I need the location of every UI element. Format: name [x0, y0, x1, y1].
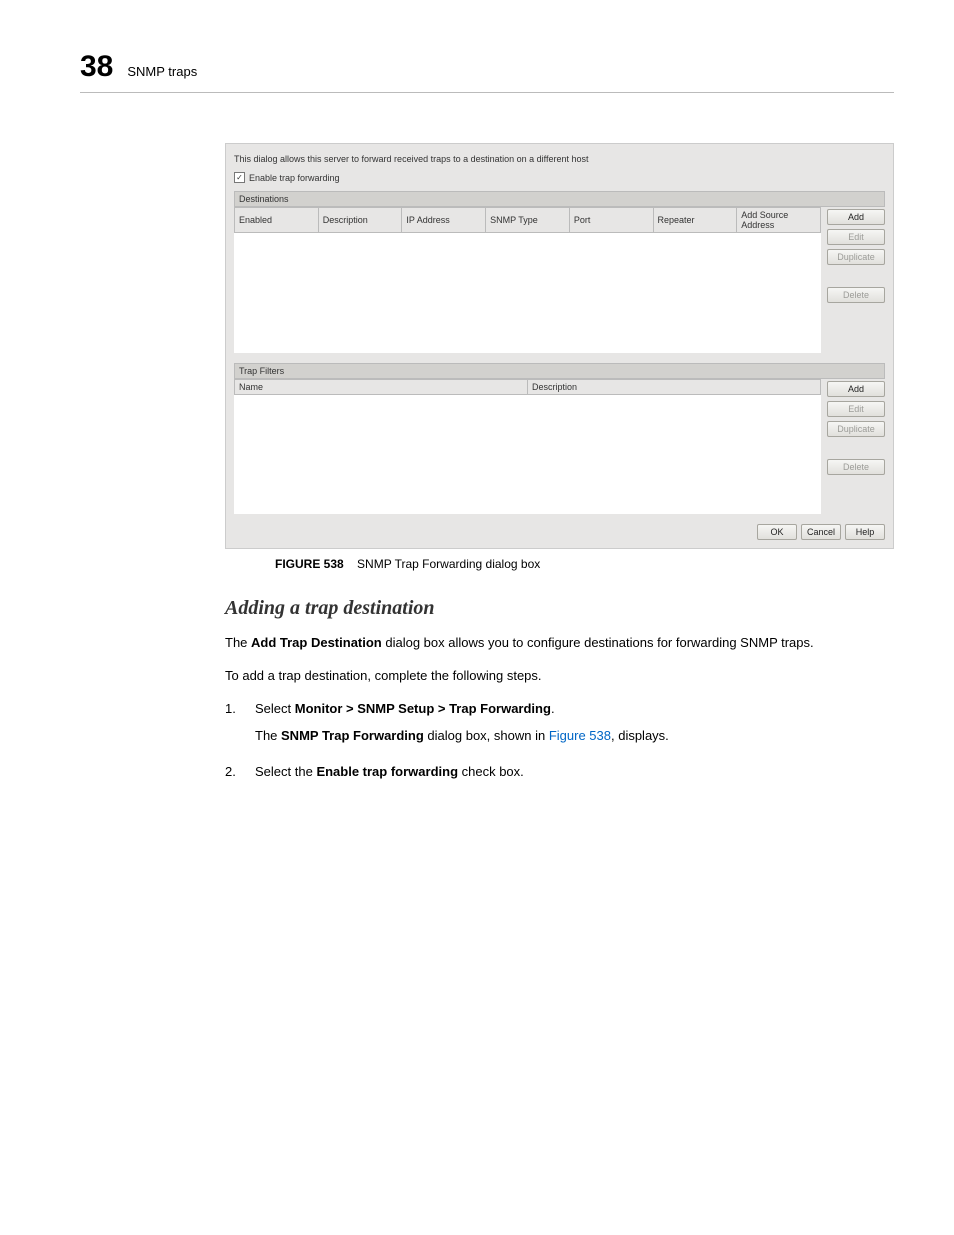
destinations-duplicate-button[interactable]: Duplicate	[827, 249, 885, 265]
section-heading: Adding a trap destination	[225, 597, 894, 620]
filters-delete-button[interactable]: Delete	[827, 459, 885, 475]
page-header: 38 SNMP traps	[80, 50, 894, 93]
dialog-hint: This dialog allows this server to forwar…	[234, 154, 885, 164]
destinations-table: Enabled Description IP Address SNMP Type…	[234, 207, 821, 353]
col-filter-name[interactable]: Name	[235, 379, 528, 394]
figure-link[interactable]: Figure 538	[549, 728, 611, 743]
filters-duplicate-button[interactable]: Duplicate	[827, 421, 885, 437]
filters-edit-button[interactable]: Edit	[827, 401, 885, 417]
step-1-number: 1.	[225, 700, 243, 754]
destinations-panel: Enabled Description IP Address SNMP Type…	[234, 207, 885, 353]
ok-button[interactable]: OK	[757, 524, 797, 540]
destinations-panel-title: Destinations	[234, 191, 885, 207]
destinations-empty	[235, 233, 821, 353]
step-1: 1. Select Monitor > SNMP Setup > Trap Fo…	[225, 700, 894, 754]
enable-trap-forwarding-label: Enable trap forwarding	[249, 173, 340, 183]
filters-empty	[235, 394, 821, 514]
col-description[interactable]: Description	[318, 208, 402, 233]
figure-text: SNMP Trap Forwarding dialog box	[357, 557, 540, 571]
chapter-title: SNMP traps	[127, 64, 197, 79]
filters-panel: Name Description Add Edit Duplicate Dele…	[234, 379, 885, 515]
col-add-source-address[interactable]: Add Source Address	[737, 208, 821, 233]
paragraph-1: The Add Trap Destination dialog box allo…	[225, 634, 894, 653]
filters-add-button[interactable]: Add	[827, 381, 885, 397]
filters-panel-title: Trap Filters	[234, 363, 885, 379]
step-2: 2. Select the Enable trap forwarding che…	[225, 763, 894, 790]
step-list: 1. Select Monitor > SNMP Setup > Trap Fo…	[225, 700, 894, 791]
paragraph-2: To add a trap destination, complete the …	[225, 667, 894, 686]
cancel-button[interactable]: Cancel	[801, 524, 841, 540]
col-filter-description[interactable]: Description	[528, 379, 821, 394]
destinations-edit-button[interactable]: Edit	[827, 229, 885, 245]
col-port[interactable]: Port	[569, 208, 653, 233]
filters-table: Name Description	[234, 379, 821, 515]
col-snmp-type[interactable]: SNMP Type	[486, 208, 570, 233]
help-button[interactable]: Help	[845, 524, 885, 540]
snmp-trap-forwarding-dialog: This dialog allows this server to forwar…	[225, 143, 894, 549]
destinations-add-button[interactable]: Add	[827, 209, 885, 225]
figure-label: FIGURE 538	[275, 557, 344, 571]
col-repeater[interactable]: Repeater	[653, 208, 737, 233]
step-2-number: 2.	[225, 763, 243, 790]
col-enabled[interactable]: Enabled	[235, 208, 319, 233]
figure-caption: FIGURE 538 SNMP Trap Forwarding dialog b…	[275, 557, 894, 571]
destinations-delete-button[interactable]: Delete	[827, 287, 885, 303]
enable-trap-forwarding-checkbox[interactable]: ✓	[234, 172, 245, 183]
col-ip-address[interactable]: IP Address	[402, 208, 486, 233]
chapter-number: 38	[80, 50, 113, 84]
